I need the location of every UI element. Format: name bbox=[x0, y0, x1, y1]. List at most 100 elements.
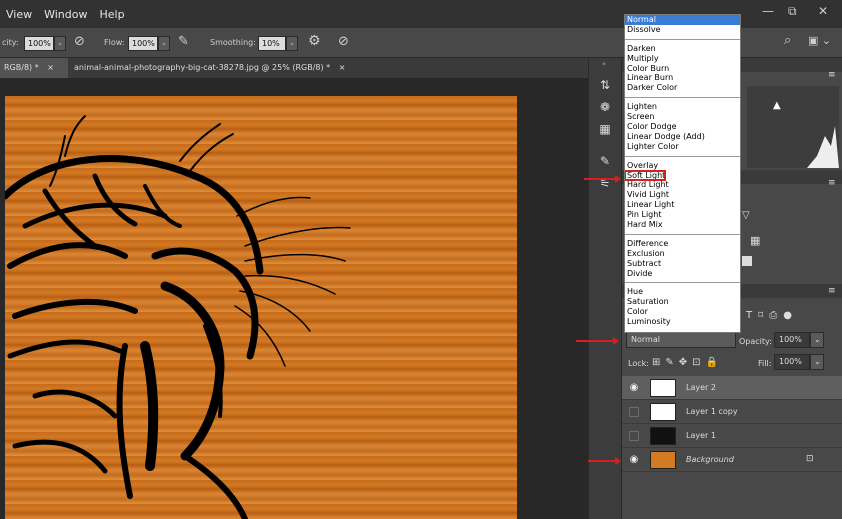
canvas-area[interactable] bbox=[0, 78, 588, 519]
restore-button[interactable]: ⧉ bbox=[788, 4, 797, 19]
fill-dropdown[interactable]: ⌄ bbox=[810, 354, 824, 370]
flow-dropdown[interactable]: ⌄ bbox=[158, 36, 170, 51]
blend-mode-option[interactable]: Soft Light bbox=[625, 169, 666, 182]
mask-icon[interactable] bbox=[742, 256, 752, 266]
airbrush-icon[interactable]: ✎ bbox=[178, 34, 189, 49]
gear-icon[interactable]: ⚙ bbox=[308, 33, 321, 49]
fill-field[interactable]: 100% bbox=[774, 354, 810, 370]
opacity-dropdown[interactable]: ⌄ bbox=[54, 36, 66, 51]
menu-separator bbox=[625, 38, 740, 40]
smoothing-field[interactable]: 10% bbox=[258, 36, 286, 51]
pressure-size-icon[interactable]: ⊘ bbox=[338, 34, 349, 49]
swatches-grid-icon[interactable]: ▦ bbox=[597, 122, 613, 138]
layer-filter-icons[interactable]: T⌑⎙● bbox=[746, 310, 798, 321]
blend-mode-option[interactable]: Overlay bbox=[625, 161, 740, 171]
blend-mode-option[interactable]: Difference bbox=[625, 239, 740, 249]
menu-separator bbox=[625, 233, 740, 235]
menu-separator bbox=[625, 155, 740, 157]
blend-mode-option[interactable]: Color Burn bbox=[625, 64, 740, 74]
layers-menu-icon[interactable]: ≡ bbox=[828, 286, 836, 296]
blend-mode-value: Normal bbox=[631, 335, 660, 344]
menu-view[interactable]: View bbox=[0, 8, 38, 21]
flow-label: Flow: bbox=[104, 38, 125, 47]
annotation-arrow-soft-light bbox=[584, 175, 621, 183]
blend-mode-option[interactable]: Vivid Light bbox=[625, 190, 740, 200]
minimize-button[interactable]: — bbox=[762, 4, 774, 18]
blend-mode-option[interactable]: Pin Light bbox=[625, 210, 740, 220]
brush-settings-icon[interactable]: ✎ bbox=[597, 154, 613, 170]
layer-name[interactable]: Layer 2 bbox=[686, 383, 716, 392]
blend-mode-option[interactable]: Lighten bbox=[625, 102, 740, 112]
blend-mode-select[interactable]: Normal bbox=[626, 332, 736, 348]
airbrush-pressure-icon[interactable]: ⊘ bbox=[74, 34, 85, 49]
lock-icon: ⊡ bbox=[806, 454, 814, 464]
blend-mode-option[interactable]: Darken bbox=[625, 44, 740, 54]
visibility-eye-icon[interactable]: ◉ bbox=[628, 382, 640, 394]
layer-opacity-field[interactable]: 100% bbox=[774, 332, 810, 348]
histogram-graph bbox=[807, 126, 839, 168]
layer-name[interactable]: Background bbox=[686, 455, 734, 464]
blend-mode-option[interactable]: Screen bbox=[625, 112, 740, 122]
history-icon[interactable]: ⇅ bbox=[597, 78, 613, 94]
panel-menu-icon[interactable]: ≡ bbox=[828, 70, 836, 80]
tab-document-2[interactable]: animal-animal-photography-big-cat-38278.… bbox=[70, 58, 380, 78]
tab-label: RGB/8) * bbox=[4, 63, 39, 72]
blend-mode-option[interactable]: Divide bbox=[625, 269, 740, 279]
layer-row-background[interactable]: ◉ Background ⊡ bbox=[622, 448, 842, 472]
layer-thumbnail bbox=[650, 403, 676, 421]
opacity-field[interactable]: 100% bbox=[24, 36, 54, 51]
blend-mode-option[interactable]: Subtract bbox=[625, 259, 740, 269]
lock-label: Lock: bbox=[628, 359, 649, 368]
blend-mode-option[interactable]: Hue bbox=[625, 287, 740, 297]
document-image[interactable] bbox=[5, 96, 517, 519]
pattern-grid-icon[interactable]: ▦ bbox=[750, 234, 760, 247]
collapse-icon[interactable]: « bbox=[602, 60, 606, 68]
close-button[interactable]: ✕ bbox=[818, 4, 828, 18]
gradient-icon[interactable]: ▽ bbox=[742, 210, 750, 221]
tab-close-icon[interactable]: × bbox=[47, 63, 54, 72]
opacity-label: city: bbox=[2, 38, 19, 47]
smoothing-label: Smoothing: bbox=[210, 38, 256, 47]
workspace-icon[interactable]: ▣ ⌄ bbox=[808, 34, 831, 47]
blend-mode-option[interactable]: Hard Light bbox=[625, 180, 740, 190]
color-palette-icon[interactable]: ❁ bbox=[597, 100, 613, 116]
flow-field[interactable]: 100% bbox=[128, 36, 158, 51]
tab-document-1[interactable]: RGB/8) * × bbox=[0, 58, 68, 78]
blend-mode-option[interactable]: Exclusion bbox=[625, 249, 740, 259]
layer-row-layer-1-copy[interactable]: Layer 1 copy bbox=[622, 400, 842, 424]
document-tabs: RGB/8) * × animal-animal-photography-big… bbox=[0, 58, 588, 78]
blend-mode-option[interactable]: Multiply bbox=[625, 54, 740, 64]
blend-mode-option[interactable]: Linear Light bbox=[625, 200, 740, 210]
blend-mode-option[interactable]: Lighter Color bbox=[625, 142, 740, 152]
warning-icon: ▲ bbox=[773, 100, 781, 111]
panel-menu-icon-2[interactable]: ≡ bbox=[828, 178, 836, 188]
visibility-toggle[interactable] bbox=[629, 431, 639, 441]
menu-window[interactable]: Window bbox=[38, 8, 93, 21]
blend-mode-option[interactable]: Color bbox=[625, 307, 740, 317]
layer-opacity-dropdown[interactable]: ⌄ bbox=[810, 332, 824, 348]
tab-close-icon[interactable]: × bbox=[339, 63, 346, 72]
blend-mode-option[interactable]: Color Dodge bbox=[625, 122, 740, 132]
layer-name[interactable]: Layer 1 bbox=[686, 431, 716, 440]
tiger-sketch-image bbox=[5, 115, 351, 519]
blend-mode-option[interactable]: Hard Mix bbox=[625, 220, 740, 230]
blend-mode-option[interactable]: Dissolve bbox=[625, 25, 740, 35]
blend-mode-option[interactable]: Luminosity bbox=[625, 317, 740, 327]
blend-mode-option[interactable]: Linear Burn bbox=[625, 73, 740, 83]
menu-help[interactable]: Help bbox=[93, 8, 130, 21]
layer-row-layer-1[interactable]: Layer 1 bbox=[622, 424, 842, 448]
search-icon[interactable]: ⌕ bbox=[784, 33, 791, 48]
menu-separator bbox=[625, 97, 740, 99]
smoothing-dropdown[interactable]: ⌄ bbox=[286, 36, 298, 51]
opacity-label: Opacity: bbox=[739, 337, 772, 346]
layer-row-layer-2[interactable]: ◉ Layer 2 bbox=[622, 376, 842, 400]
layer-name[interactable]: Layer 1 copy bbox=[686, 407, 738, 416]
visibility-toggle[interactable] bbox=[629, 407, 639, 417]
lock-icons[interactable]: ⊞✎✥⊡🔒 bbox=[652, 357, 723, 368]
blend-mode-option[interactable]: Darker Color bbox=[625, 83, 740, 93]
blend-mode-dropdown-list[interactable]: Normal Dissolve Darken Multiply Color Burn Li… bbox=[624, 14, 741, 333]
blend-mode-option[interactable]: Normal bbox=[625, 15, 740, 25]
visibility-eye-icon[interactable]: ◉ bbox=[628, 454, 640, 466]
blend-mode-option[interactable]: Linear Dodge (Add) bbox=[625, 132, 740, 142]
blend-mode-option[interactable]: Saturation bbox=[625, 297, 740, 307]
